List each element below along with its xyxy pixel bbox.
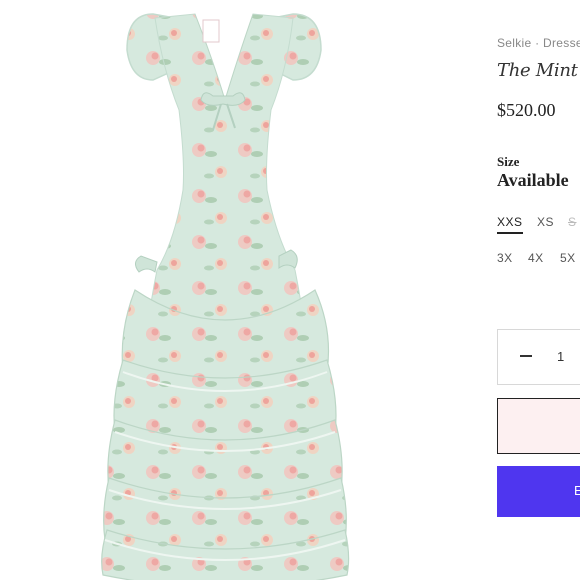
add-to-cart-label: E xyxy=(574,483,580,498)
size-label: Size xyxy=(497,154,520,169)
quantity-stepper: 1 xyxy=(497,329,580,385)
size-option-s[interactable]: S xyxy=(568,215,577,229)
size-option-xs[interactable]: XS xyxy=(537,215,554,229)
product-info-panel: Selkie · Dresses The Mint Jo $520.00 Siz… xyxy=(497,0,580,580)
product-price: $520.00 xyxy=(497,100,556,120)
product-image xyxy=(95,0,355,580)
size-option-3x[interactable]: 3X xyxy=(497,251,513,265)
quantity-decrease-button[interactable] xyxy=(516,346,536,366)
size-option-4x[interactable]: 4X xyxy=(528,251,544,265)
size-availability: Available xyxy=(497,170,569,190)
wishlist-button[interactable] xyxy=(497,398,580,454)
quantity-value[interactable]: 1 xyxy=(557,349,564,364)
size-option-xxs[interactable]: XXS xyxy=(497,215,523,234)
add-to-cart-button[interactable]: E xyxy=(497,466,580,517)
size-option-5x[interactable]: 5X xyxy=(560,251,576,265)
breadcrumb[interactable]: Selkie · Dresses xyxy=(497,36,580,50)
product-title: The Mint Jo xyxy=(497,60,580,81)
